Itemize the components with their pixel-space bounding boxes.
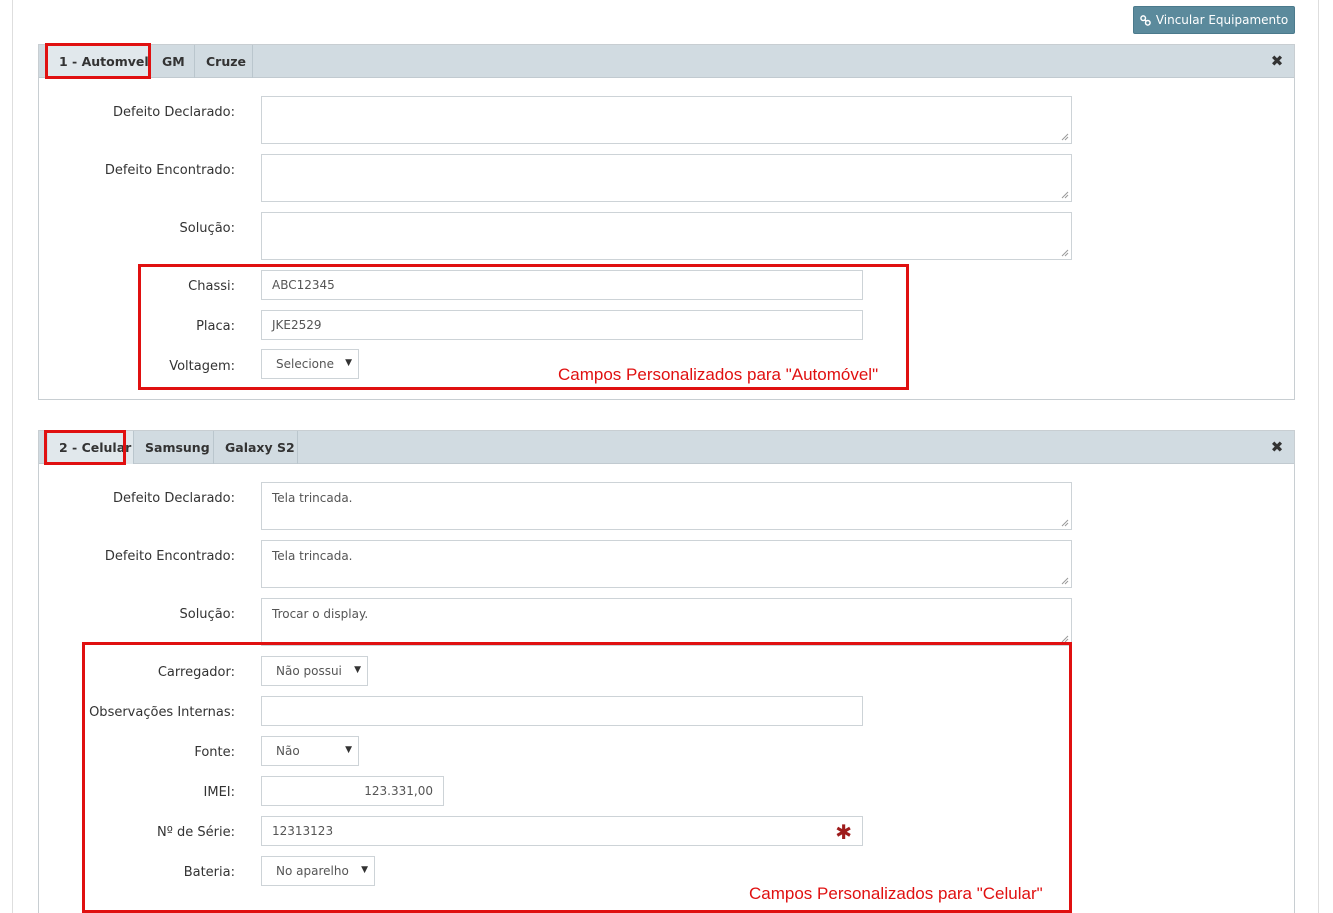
- defeito-encontrado-label: Defeito Encontrado:: [104, 163, 235, 178]
- tab-brand-samsung[interactable]: Samsung: [134, 431, 214, 464]
- defeito-encontrado-value: Tela trincada.: [272, 549, 353, 563]
- defeito-declarado-textarea[interactable]: Tela trincada.: [261, 482, 1072, 530]
- solucao-textarea[interactable]: Trocar o display.: [261, 598, 1072, 646]
- panel-header: 2 - Celular Samsung Galaxy S2 ✖: [39, 431, 1294, 464]
- tab-model-cruze[interactable]: Cruze: [195, 45, 253, 78]
- link-icon: [1139, 14, 1151, 26]
- link-equipment-label: Vincular Equipamento: [1155, 13, 1289, 27]
- resize-grip-icon: [1061, 191, 1069, 199]
- defeito-encontrado-textarea[interactable]: [261, 154, 1072, 202]
- tab-brand-gm[interactable]: GM: [151, 45, 195, 78]
- solucao-label: Solução:: [179, 221, 235, 236]
- defeito-declarado-value: Tela trincada.: [272, 491, 353, 505]
- highlight-tab-automovel: [45, 43, 151, 79]
- annotation-automovel: Campos Personalizados para "Automóvel": [558, 365, 879, 384]
- defeito-declarado-label: Defeito Declarado:: [112, 491, 235, 506]
- highlight-custom-fields-celular: [82, 642, 1072, 913]
- highlight-tab-celular: [44, 430, 126, 465]
- solucao-textarea[interactable]: [261, 212, 1072, 260]
- resize-grip-icon: [1061, 519, 1069, 527]
- resize-grip-icon: [1061, 133, 1069, 141]
- solucao-value: Trocar o display.: [272, 607, 369, 621]
- annotation-celular: Campos Personalizados para "Celular": [749, 884, 1043, 903]
- solucao-label: Solução:: [179, 607, 235, 622]
- close-icon[interactable]: ✖: [1270, 439, 1284, 455]
- right-rule: [1318, 0, 1319, 913]
- tab-model-galaxy-s2[interactable]: Galaxy S2: [214, 431, 298, 464]
- resize-grip-icon: [1061, 577, 1069, 585]
- left-rule: [12, 0, 13, 913]
- defeito-encontrado-label: Defeito Encontrado:: [104, 549, 235, 564]
- defeito-declarado-textarea[interactable]: [261, 96, 1072, 144]
- close-icon[interactable]: ✖: [1270, 53, 1284, 69]
- link-equipment-button[interactable]: Vincular Equipamento: [1133, 6, 1295, 34]
- panel-header: 1 - Automvel GM Cruze ✖: [39, 45, 1294, 78]
- defeito-encontrado-textarea[interactable]: Tela trincada.: [261, 540, 1072, 588]
- defeito-declarado-label: Defeito Declarado:: [112, 105, 235, 120]
- resize-grip-icon: [1061, 249, 1069, 257]
